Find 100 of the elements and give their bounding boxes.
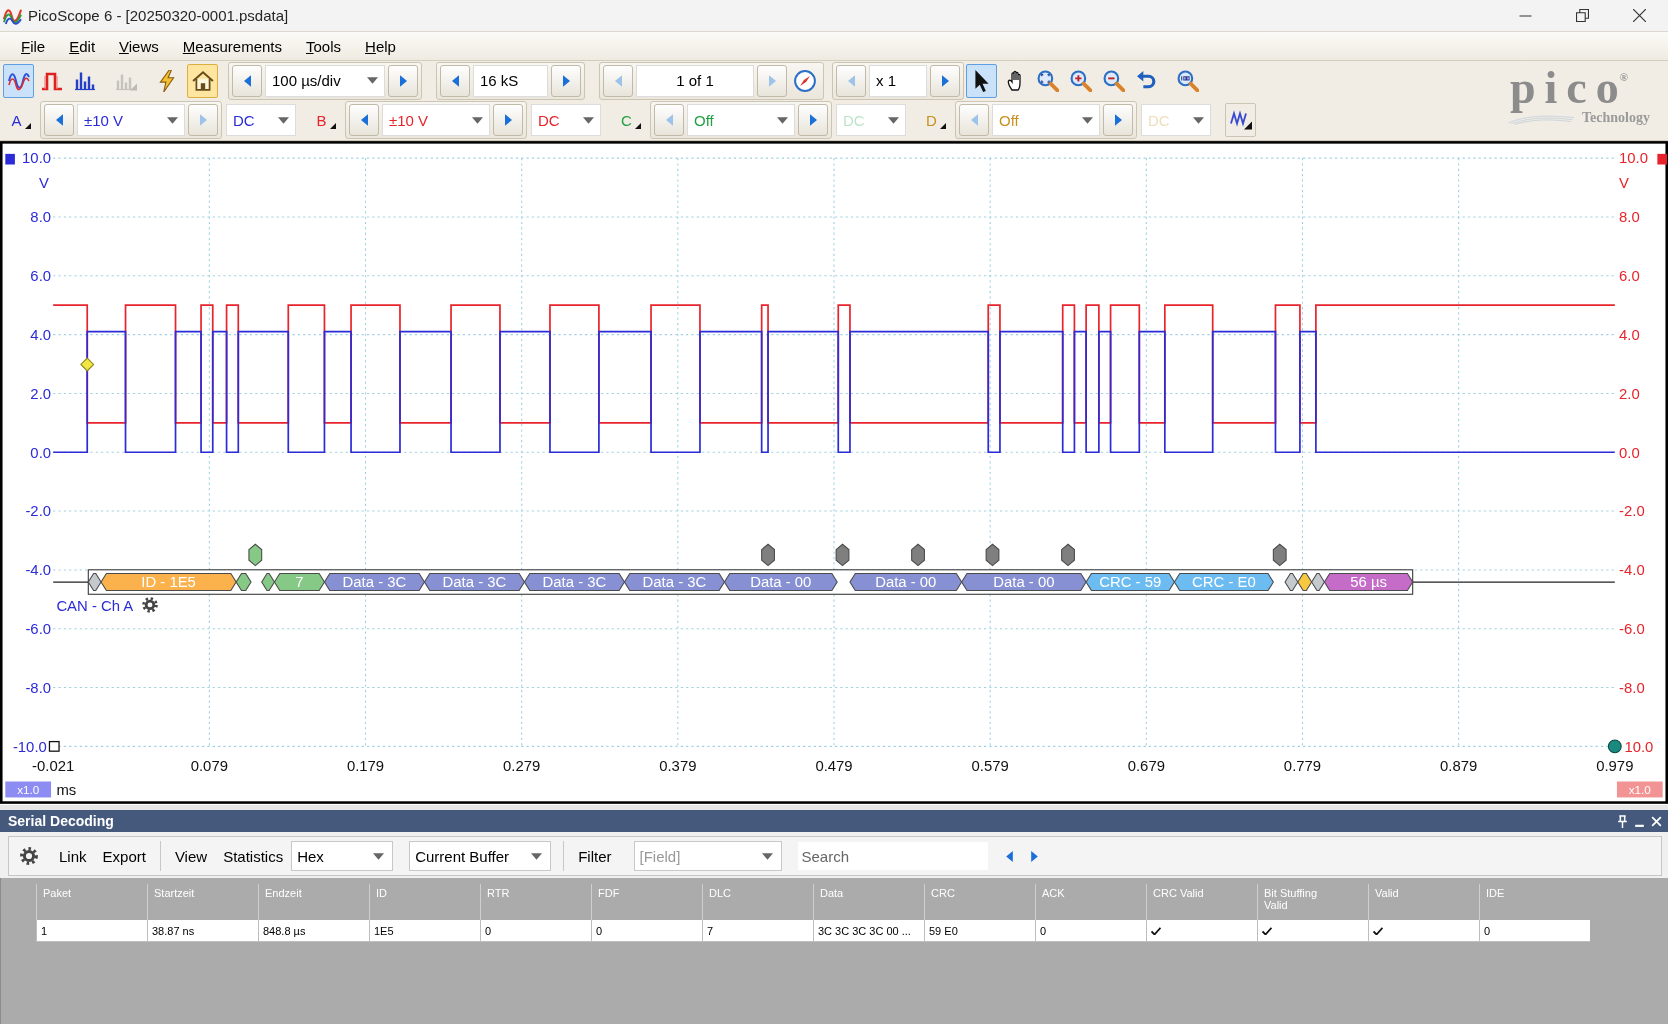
left-arrow-icon	[55, 114, 63, 127]
next-button[interactable]	[551, 64, 581, 97]
table-cell: 7	[702, 920, 813, 942]
format-dropdown[interactable]: Hex	[291, 841, 394, 871]
hexagon-marker-icon[interactable]	[1061, 543, 1075, 567]
next-button[interactable]	[930, 64, 960, 97]
time-axis-label: 0.479	[815, 757, 853, 774]
coupling-dropdown[interactable]: DC	[226, 104, 296, 137]
hexagon-marker-icon[interactable]	[1272, 543, 1287, 567]
hexagon-marker-icon[interactable]	[911, 543, 925, 567]
previous-button[interactable]	[349, 104, 379, 137]
range-dropdown[interactable]: Off	[687, 104, 795, 137]
decoder-field[interactable]: Data - 00	[961, 573, 1087, 592]
hexagon-marker-icon[interactable]	[261, 573, 276, 592]
hexagon-marker-icon[interactable]	[985, 543, 1000, 567]
export-button[interactable]: Export	[94, 843, 154, 869]
channel-button[interactable]: B	[308, 103, 341, 138]
menu-item[interactable]: Help	[353, 35, 408, 57]
next-button[interactable]	[493, 104, 523, 137]
buffer-field[interactable]: 1 of 1	[636, 64, 754, 97]
next-button[interactable]	[388, 64, 418, 97]
timebase-field[interactable]: 100 µs/div	[265, 64, 385, 97]
decoder-field[interactable]: Data - 00	[723, 573, 838, 592]
view-button[interactable]: View	[166, 843, 216, 869]
time-axis-label: 0.879	[1440, 757, 1478, 774]
channel-button[interactable]: A	[3, 103, 36, 138]
hexagon-marker-icon[interactable]	[1284, 573, 1299, 592]
range-dropdown[interactable]: ±10 V	[77, 104, 185, 137]
hexagon-marker-icon[interactable]	[761, 543, 775, 567]
hexagon-marker-icon[interactable]	[1297, 573, 1313, 592]
right-arrow-icon[interactable]	[1030, 850, 1038, 862]
range-dropdown[interactable]: ±10 V	[382, 104, 490, 137]
settings-icon[interactable]	[142, 597, 158, 613]
coupling-dropdown[interactable]: DC	[531, 104, 601, 137]
statistics-button[interactable]: Statistics	[215, 843, 292, 869]
right-arrow-icon	[399, 74, 407, 87]
range-dropdown[interactable]: Off	[992, 104, 1100, 137]
axis-unit-label: ms	[56, 782, 77, 799]
zoom-field[interactable]: x 1	[869, 64, 927, 97]
table-cell: 0	[480, 920, 591, 942]
table-cell: 59 E0	[924, 920, 1035, 942]
menu-item[interactable]: File	[9, 35, 58, 57]
pin-icon[interactable]	[1617, 814, 1628, 828]
decoder-field[interactable]: CRC - E0	[1173, 573, 1274, 592]
square-marker-icon[interactable]	[48, 740, 60, 752]
next-button[interactable]	[798, 104, 828, 137]
next-button[interactable]	[1103, 104, 1133, 137]
previous-button[interactable]	[440, 64, 470, 97]
menu-item[interactable]: Views	[107, 35, 171, 57]
decoder-field[interactable]: 56 µs	[1323, 573, 1414, 592]
pointer-tool-button[interactable]	[966, 63, 997, 98]
scale-factor-label[interactable]: x1.0	[1616, 781, 1663, 798]
menu-item[interactable]: Edit	[57, 35, 108, 57]
auto-setup-button[interactable]	[187, 63, 218, 98]
hexagon-marker-icon[interactable]	[1311, 573, 1326, 592]
channel-button[interactable]: C	[613, 103, 646, 138]
settings-icon[interactable]	[19, 846, 39, 866]
left-arrow-icon[interactable]	[1005, 850, 1013, 862]
decoder-field[interactable]: Data - 3C	[423, 573, 526, 592]
square-marker-icon[interactable]	[5, 153, 15, 165]
axis-label: 2.0	[1619, 385, 1640, 402]
signal-generator-button[interactable]	[1225, 103, 1256, 138]
hexagon-marker-icon[interactable]	[835, 543, 850, 567]
search-field[interactable]: Search	[797, 842, 988, 870]
filter-button[interactable]: Filter	[570, 843, 620, 869]
scope-mode-button[interactable]	[3, 63, 34, 98]
decoder-field[interactable]: CRC - 59	[1085, 573, 1176, 592]
samples-field[interactable]: 16 kS	[473, 64, 548, 97]
source-dropdown[interactable]: Current Buffer	[409, 841, 552, 871]
menu-item[interactable]: Measurements	[170, 35, 294, 57]
zoom-out-icon	[1102, 69, 1125, 92]
time-axis-label: 0.979	[1596, 757, 1634, 774]
time-axis-label: 0.579	[971, 757, 1009, 774]
link-button[interactable]: Link	[51, 843, 95, 869]
magnifier-icon	[1036, 69, 1059, 92]
time-axis-label: 0.279	[503, 757, 541, 774]
square-marker-icon[interactable]	[1657, 153, 1667, 165]
axis-label: -8.0	[1619, 679, 1645, 696]
decoder-field[interactable]: Data - 3C	[523, 573, 626, 592]
time-axis-label: -0.021	[32, 757, 75, 774]
hexagon-marker-icon[interactable]	[248, 543, 263, 567]
decoder-field[interactable]: Data - 3C	[623, 573, 726, 592]
decoder-label: CAN - Ch A	[56, 598, 134, 615]
previous-button[interactable]	[232, 64, 262, 97]
channel-button[interactable]: D	[918, 103, 951, 138]
decoder-field[interactable]: Data - 00	[849, 573, 963, 592]
scale-factor-label[interactable]: x1.0	[5, 781, 52, 798]
circle-handle-icon[interactable]	[1607, 739, 1622, 754]
left-arrow-icon	[243, 74, 251, 87]
field-input[interactable]: [Field]	[639, 843, 762, 869]
close-icon[interactable]	[1651, 814, 1662, 828]
right-arrow-icon	[199, 114, 207, 127]
decoder-field[interactable]: Data - 3C	[323, 573, 426, 592]
hexagon-marker-icon[interactable]	[235, 573, 252, 592]
menu-item[interactable]: Tools	[294, 35, 354, 57]
hexagon-marker-icon[interactable]	[87, 573, 102, 592]
previous-button[interactable]	[44, 104, 74, 137]
axis-label: 6.0	[30, 268, 52, 285]
decoder-field[interactable]: ID - 1E5	[100, 573, 237, 592]
field-dropdown[interactable]: [Field]	[633, 841, 782, 871]
